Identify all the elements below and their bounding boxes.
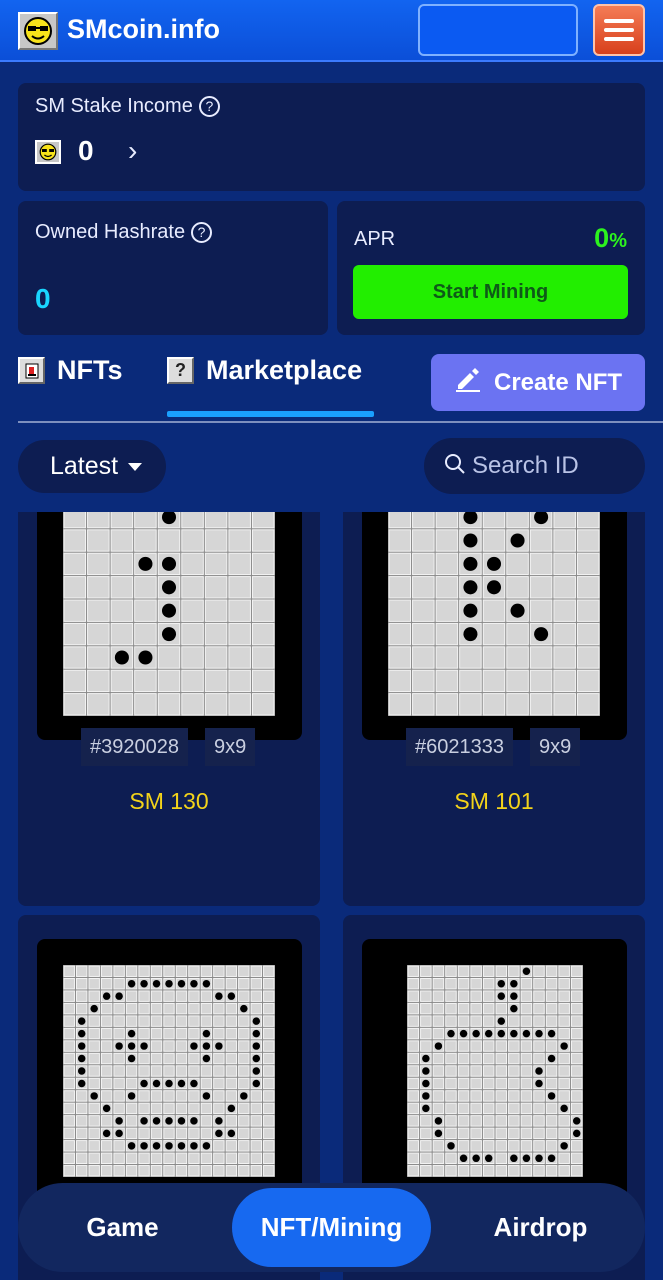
create-nft-label: Create NFT xyxy=(493,368,623,396)
question-block-icon: ? xyxy=(167,357,194,384)
pencil-icon xyxy=(454,365,482,400)
minesweeper-board xyxy=(63,965,275,1177)
nav-airdrop[interactable]: Airdrop xyxy=(441,1188,640,1267)
nft-grid: #3920028 9x9 SM 130 #6021333 9x9 SM 101 xyxy=(0,512,663,1280)
tab-nfts[interactable]: NFTs xyxy=(18,355,123,386)
stake-income-card[interactable]: SM Stake Income? 0 › xyxy=(18,83,645,191)
nft-icon xyxy=(18,357,45,384)
brand-title[interactable]: SMcoin.info xyxy=(67,14,220,45)
minesweeper-board xyxy=(63,512,275,716)
help-icon[interactable]: ? xyxy=(198,96,220,117)
nft-id-tag: #6021333 xyxy=(406,728,513,766)
owned-hashrate-value: 0 xyxy=(35,283,51,314)
stake-income-title: SM Stake Income? xyxy=(35,95,220,118)
search-icon xyxy=(444,453,466,480)
start-mining-button[interactable]: Start Mining xyxy=(353,265,628,319)
nft-card[interactable]: #6021333 9x9 SM 101 xyxy=(343,512,645,906)
tab-marketplace-label: Marketplace xyxy=(206,355,363,385)
owned-hashrate-title: Owned Hashrate? xyxy=(35,221,213,244)
bottom-nav: Game NFT/Mining Airdrop xyxy=(18,1183,645,1272)
sort-label: Latest xyxy=(50,452,119,480)
smcoin-icon xyxy=(35,140,61,164)
create-nft-button[interactable]: Create NFT xyxy=(431,354,645,411)
chevron-right-icon[interactable]: › xyxy=(128,135,137,167)
nft-name: SM 101 xyxy=(454,788,534,814)
sunglasses-smiley-icon[interactable] xyxy=(18,12,58,50)
stake-income-value: 0 xyxy=(78,135,94,166)
nav-nft-mining[interactable]: NFT/Mining xyxy=(232,1188,431,1267)
apr-card: APR 0% Start Mining xyxy=(337,201,645,335)
apr-value: 0% xyxy=(594,223,627,253)
hamburger-icon[interactable] xyxy=(593,4,645,56)
nft-image xyxy=(37,512,302,740)
minesweeper-board xyxy=(407,965,583,1177)
nft-card[interactable]: #3920028 9x9 SM 130 xyxy=(18,512,320,906)
divider xyxy=(18,421,663,423)
tab-marketplace[interactable]: ? Marketplace xyxy=(167,355,362,386)
nft-size-tag: 9x9 xyxy=(530,728,581,766)
active-tab-indicator xyxy=(167,411,374,417)
nft-id-tag: #3920028 xyxy=(81,728,188,766)
owned-hashrate-card: Owned Hashrate? 0 xyxy=(18,201,328,335)
minesweeper-board xyxy=(388,512,600,716)
nft-image xyxy=(362,512,627,740)
help-icon[interactable]: ? xyxy=(191,222,213,243)
nft-size-tag: 9x9 xyxy=(205,728,256,766)
apr-title: APR xyxy=(354,228,396,250)
nav-game[interactable]: Game xyxy=(23,1188,222,1267)
wallet-button[interactable] xyxy=(418,4,578,56)
chevron-down-icon xyxy=(128,462,143,471)
sort-dropdown[interactable]: Latest xyxy=(18,440,166,493)
search-box[interactable] xyxy=(424,438,645,494)
app-header: SMcoin.info xyxy=(0,0,663,62)
tab-nfts-label: NFTs xyxy=(57,355,123,385)
nft-name: SM 130 xyxy=(129,788,209,814)
search-input[interactable] xyxy=(472,452,632,480)
